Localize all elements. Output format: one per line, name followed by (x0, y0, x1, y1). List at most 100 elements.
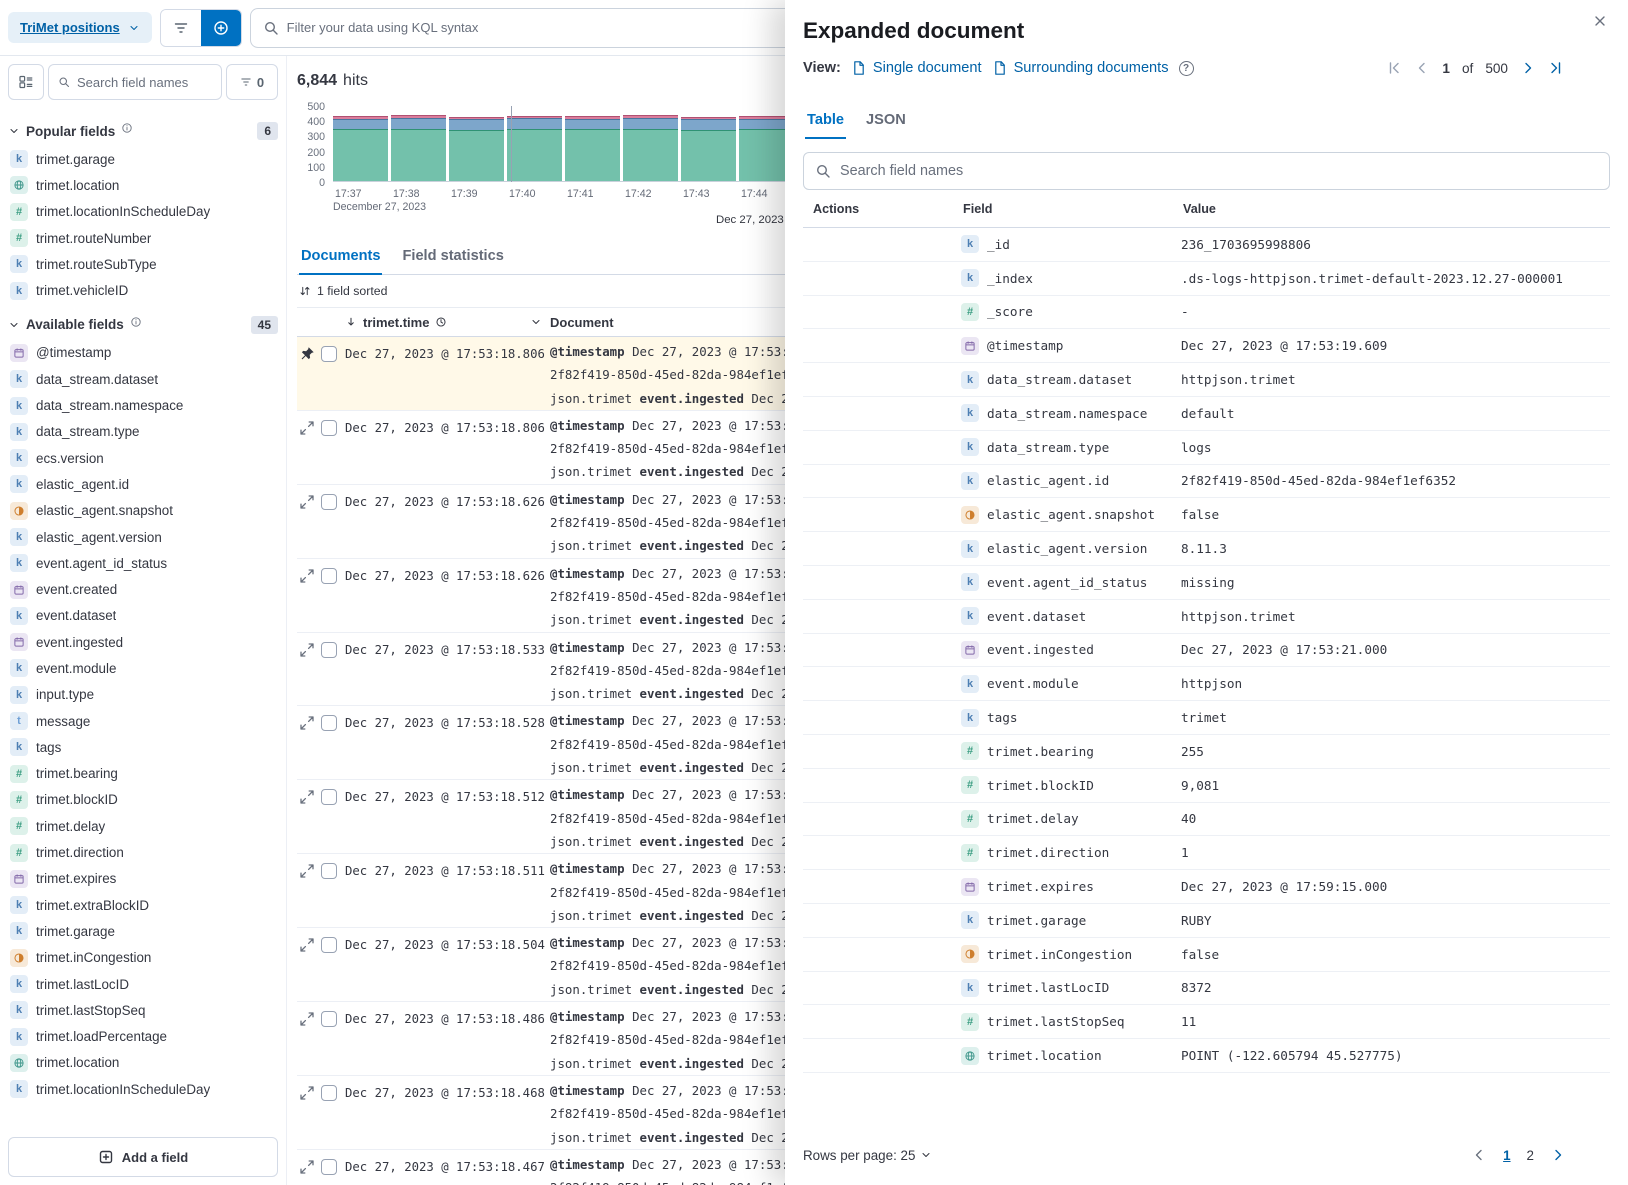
row-checkbox[interactable] (321, 1085, 337, 1101)
row-checkbox[interactable] (321, 346, 337, 362)
field-section-header[interactable]: Available fields45 (8, 310, 278, 340)
next-document-icon[interactable] (1520, 60, 1536, 76)
data-view-picker[interactable]: TriMet positions (8, 12, 152, 43)
field-list-item[interactable]: kdata_stream.namespace (8, 392, 278, 418)
field-list: @timestampkdata_stream.datasetkdata_stre… (8, 340, 278, 1103)
first-document-icon[interactable] (1386, 60, 1402, 76)
page-number[interactable]: 2 (1527, 1148, 1534, 1163)
expand-icon[interactable] (299, 789, 315, 805)
field-filter-button[interactable]: 0 (226, 64, 278, 100)
row-checkbox[interactable] (321, 863, 337, 879)
field-list-item[interactable]: @timestamp (8, 340, 278, 366)
field-list-item[interactable]: kelastic_agent.id (8, 471, 278, 497)
field-name: trimet.garage (987, 913, 1086, 928)
last-document-icon[interactable] (1548, 60, 1564, 76)
flyout-field-search-input[interactable]: Search field names (803, 152, 1610, 190)
tab-field-statistics[interactable]: Field statistics (400, 242, 505, 274)
field-list-item[interactable]: #trimet.routeNumber (8, 225, 278, 251)
row-checkbox[interactable] (321, 494, 337, 510)
previous-page-icon[interactable] (1471, 1147, 1487, 1163)
field-section-header[interactable]: Popular fields6 (8, 116, 278, 146)
field-list-item[interactable]: trimet.expires (8, 866, 278, 892)
row-checkbox[interactable] (321, 642, 337, 658)
help-icon[interactable]: ? (1179, 61, 1194, 76)
segment-blue-segment (507, 118, 562, 129)
pager-current[interactable]: 1 (1442, 61, 1450, 76)
field-list-item[interactable]: ktrimet.garage (8, 918, 278, 944)
field-list-item[interactable]: ktrimet.loadPercentage (8, 1024, 278, 1050)
page-number[interactable]: 1 (1503, 1148, 1510, 1163)
next-page-icon[interactable] (1550, 1147, 1566, 1163)
expand-icon[interactable] (299, 1159, 315, 1175)
field-list-item[interactable]: ktrimet.routeSubType (8, 251, 278, 277)
expand-icon[interactable] (299, 863, 315, 879)
row-checkbox[interactable] (321, 1159, 337, 1175)
field-list-item[interactable]: kdata_stream.type (8, 419, 278, 445)
field-name: event.dataset (987, 609, 1086, 624)
document-field-row: kevent.datasethttpjson.trimet (803, 600, 1610, 634)
row-checkbox[interactable] (321, 420, 337, 436)
tab-documents[interactable]: Documents (299, 242, 382, 275)
field-list-item[interactable]: kevent.module (8, 655, 278, 681)
field-list-settings-button[interactable] (8, 64, 44, 100)
add-field-button[interactable]: Add a field (8, 1137, 278, 1177)
field-list-item[interactable]: ktrimet.locationInScheduleDay (8, 1076, 278, 1102)
kql-placeholder: Filter your data using KQL syntax (287, 20, 479, 35)
field-list-item[interactable]: ktags (8, 734, 278, 760)
x-axis-label: 17:37 (335, 188, 362, 200)
filter-menu-button[interactable] (161, 10, 201, 46)
field-list-item[interactable]: event.created (8, 576, 278, 602)
add-filter-button[interactable] (201, 10, 241, 46)
expand-icon[interactable] (299, 420, 315, 436)
tab-table[interactable]: Table (805, 106, 846, 139)
pin-icon[interactable] (299, 346, 315, 362)
expand-icon[interactable] (299, 937, 315, 953)
field-list-item[interactable]: #trimet.direction (8, 839, 278, 865)
field-list-item[interactable]: ktrimet.garage (8, 146, 278, 172)
field-list-item[interactable]: kevent.dataset (8, 603, 278, 629)
view-single-document-link[interactable]: Single document (851, 60, 982, 76)
expand-icon[interactable] (299, 642, 315, 658)
field-list-item[interactable]: #trimet.bearing (8, 761, 278, 787)
expand-icon[interactable] (299, 494, 315, 510)
row-checkbox[interactable] (321, 715, 337, 731)
field-list-item[interactable]: kevent.agent_id_status (8, 550, 278, 576)
rows-per-page-button[interactable]: Rows per page: 25 (803, 1148, 932, 1163)
field-list-item[interactable]: ktrimet.extraBlockID (8, 892, 278, 918)
field-list-item[interactable]: trimet.location (8, 172, 278, 198)
row-checkbox[interactable] (321, 789, 337, 805)
tab-json[interactable]: JSON (864, 106, 908, 138)
field-list-item[interactable]: tmessage (8, 708, 278, 734)
field-list-item[interactable]: kinput.type (8, 682, 278, 708)
field-list-item[interactable]: #trimet.blockID (8, 787, 278, 813)
field-list-item[interactable]: #trimet.locationInScheduleDay (8, 199, 278, 225)
expand-icon[interactable] (299, 568, 315, 584)
field-list-item[interactable]: kdata_stream.dataset (8, 366, 278, 392)
flyout-close-button[interactable] (1586, 12, 1614, 33)
field-list-item[interactable]: ktrimet.vehicleID (8, 277, 278, 303)
expand-icon[interactable] (299, 715, 315, 731)
previous-document-icon[interactable] (1414, 60, 1430, 76)
expand-icon[interactable] (299, 1085, 315, 1101)
field-name: trimet.location (987, 1048, 1102, 1063)
view-surrounding-documents-link[interactable]: Surrounding documents (992, 60, 1169, 76)
field-search-input[interactable]: Search field names (48, 64, 222, 100)
field-list-item[interactable]: trimet.inCongestion (8, 945, 278, 971)
field-list-item[interactable]: trimet.location (8, 1050, 278, 1076)
row-checkbox[interactable] (321, 568, 337, 584)
field-list-item[interactable]: kelastic_agent.version (8, 524, 278, 550)
field-list-item[interactable]: ktrimet.lastLocID (8, 971, 278, 997)
row-checkbox[interactable] (321, 1011, 337, 1027)
field-list-item[interactable]: kecs.version (8, 445, 278, 471)
expand-icon[interactable] (299, 1011, 315, 1027)
field-list-item[interactable]: event.ingested (8, 629, 278, 655)
row-time: Dec 27, 2023 @ 17:53:18.468 (345, 1076, 550, 1149)
row-time: Dec 27, 2023 @ 17:53:18.806 (345, 337, 550, 410)
chevron-down-icon[interactable] (530, 316, 542, 328)
search-icon (263, 20, 279, 36)
header-time-column[interactable]: trimet.time (345, 315, 550, 330)
field-list-item[interactable]: ktrimet.lastStopSeq (8, 997, 278, 1023)
field-list-item[interactable]: #trimet.delay (8, 813, 278, 839)
row-checkbox[interactable] (321, 937, 337, 953)
field-list-item[interactable]: elastic_agent.snapshot (8, 498, 278, 524)
